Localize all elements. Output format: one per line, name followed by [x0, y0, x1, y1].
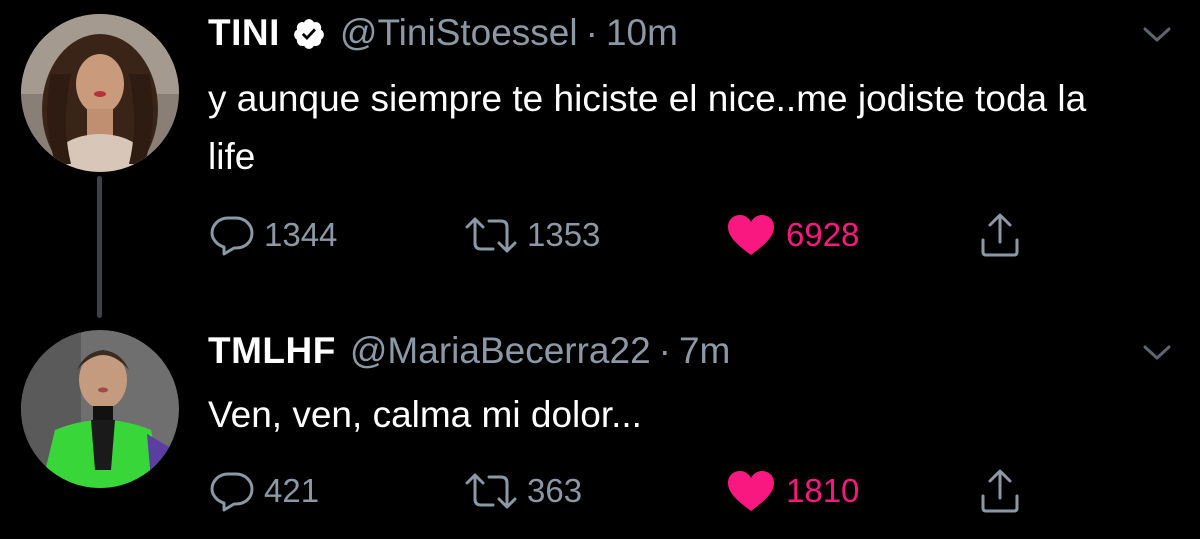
timestamp[interactable]: 10m — [606, 12, 678, 54]
timestamp[interactable]: 7m — [679, 330, 730, 372]
chevron-down-icon[interactable] — [1142, 24, 1172, 46]
retweet-button[interactable]: 363 — [463, 466, 582, 516]
share-upload-icon — [981, 469, 1019, 513]
like-button[interactable]: 1810 — [726, 466, 859, 516]
chevron-down-icon[interactable] — [1142, 342, 1172, 364]
display-name[interactable]: TMLHF — [208, 330, 336, 372]
retweet-button[interactable]: 1353 — [463, 210, 600, 260]
avatar[interactable] — [21, 14, 179, 172]
tweet[interactable]: TMLHF @MariaBecerra22 · 7m Ven, ven, cal… — [0, 318, 1200, 539]
separator-dot: · — [585, 12, 598, 53]
avatar-photo — [21, 14, 179, 172]
reply-button[interactable]: 1344 — [208, 210, 337, 260]
reply-bubble-icon — [210, 472, 254, 512]
reply-count: 421 — [264, 472, 320, 509]
tweet-actions: 421 363 1810 — [208, 466, 1088, 516]
tweet-header: TINI @TiniStoessel · 10m — [208, 12, 678, 60]
reply-bubble-icon — [210, 216, 254, 256]
tweet[interactable]: TINI @TiniStoessel · 10m y aunque siempr… — [0, 0, 1200, 290]
tweet-actions: 1344 1353 6928 — [208, 210, 1088, 260]
retweet-arrows-icon — [465, 217, 517, 253]
reply-button[interactable]: 421 — [208, 466, 319, 516]
like-count: 6928 — [786, 216, 860, 253]
like-button[interactable]: 6928 — [726, 210, 859, 260]
retweet-count: 1353 — [527, 216, 601, 253]
handle[interactable]: @TiniStoessel — [340, 12, 578, 54]
share-button[interactable] — [978, 210, 1022, 260]
display-name[interactable]: TINI — [208, 12, 280, 54]
like-count: 1810 — [786, 472, 860, 509]
heart-icon — [728, 215, 774, 255]
avatar-photo — [21, 330, 179, 488]
avatar[interactable] — [21, 330, 179, 488]
tweet-header: TMLHF @MariaBecerra22 · 7m — [208, 330, 730, 378]
tweet-text: y aunque siempre te hiciste el nice..me … — [208, 78, 1087, 177]
reply-count: 1344 — [264, 216, 338, 253]
share-upload-icon — [981, 213, 1019, 257]
share-button[interactable] — [978, 466, 1022, 516]
heart-icon — [728, 471, 774, 511]
retweet-arrows-icon — [465, 473, 517, 509]
retweet-count: 363 — [527, 472, 583, 509]
tweet-text: Ven, ven, calma mi dolor... — [208, 394, 642, 435]
verified-badge-icon — [292, 17, 326, 51]
separator-dot: · — [658, 330, 671, 371]
handle[interactable]: @MariaBecerra22 — [350, 330, 651, 372]
